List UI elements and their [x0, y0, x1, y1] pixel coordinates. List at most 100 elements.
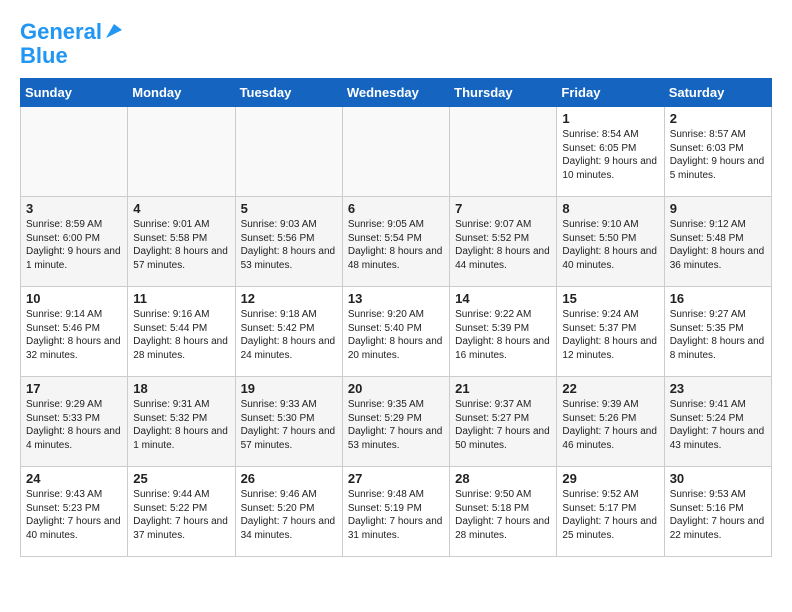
day-info: Sunrise: 9:07 AM [455, 218, 551, 232]
day-info: Sunrise: 8:57 AM [670, 128, 766, 142]
day-number: 11 [133, 291, 229, 306]
day-info: Daylight: 9 hours and 1 minute. [26, 245, 122, 272]
calendar-cell [128, 107, 235, 197]
day-info: Daylight: 7 hours and 46 minutes. [562, 425, 658, 452]
day-info: Sunrise: 9:43 AM [26, 488, 122, 502]
calendar-cell: 1Sunrise: 8:54 AMSunset: 6:05 PMDaylight… [557, 107, 664, 197]
calendar-cell: 11Sunrise: 9:16 AMSunset: 5:44 PMDayligh… [128, 287, 235, 377]
day-info: Sunrise: 9:16 AM [133, 308, 229, 322]
day-info: Sunset: 5:22 PM [133, 502, 229, 516]
day-info: Daylight: 8 hours and 48 minutes. [348, 245, 444, 272]
calendar-cell: 19Sunrise: 9:33 AMSunset: 5:30 PMDayligh… [235, 377, 342, 467]
calendar-cell: 24Sunrise: 9:43 AMSunset: 5:23 PMDayligh… [21, 467, 128, 557]
day-info: Sunrise: 9:03 AM [241, 218, 337, 232]
day-header-tuesday: Tuesday [235, 79, 342, 107]
day-info: Sunset: 5:26 PM [562, 412, 658, 426]
calendar-cell: 21 Sunrise: 9:37 AMSunset: 5:27 PMDayligh… [450, 377, 557, 467]
day-info: Sunrise: 9:20 AM [348, 308, 444, 322]
day-number: 22 [562, 381, 658, 396]
day-number: 1 [562, 111, 658, 126]
day-info: Daylight: 8 hours and 20 minutes. [348, 335, 444, 362]
day-info: Sunset: 5:27 PM [455, 412, 551, 426]
day-info: Daylight: 9 hours and 10 minutes. [562, 155, 658, 182]
day-info: Sunset: 5:56 PM [241, 232, 337, 246]
day-number: 10 [26, 291, 122, 306]
day-info: Sunrise: 9:52 AM [562, 488, 658, 502]
calendar-cell: 30Sunrise: 9:53 AMSunset: 5:16 PMDayligh… [664, 467, 771, 557]
day-info: Sunset: 5:24 PM [670, 412, 766, 426]
day-info: Sunset: 5:40 PM [348, 322, 444, 336]
calendar-week-row: 10Sunrise: 9:14 AMSunset: 5:46 PMDayligh… [21, 287, 772, 377]
calendar-table: SundayMondayTuesdayWednesdayThursdayFrid… [20, 78, 772, 557]
day-info: Daylight: 7 hours and 34 minutes. [241, 515, 337, 542]
calendar-week-row: 17Sunrise: 9:29 AMSunset: 5:33 PMDayligh… [21, 377, 772, 467]
day-info: Sunset: 5:32 PM [133, 412, 229, 426]
calendar-cell: 26Sunrise: 9:46 AMSunset: 5:20 PMDayligh… [235, 467, 342, 557]
day-info: Daylight: 8 hours and 53 minutes. [241, 245, 337, 272]
day-number: 12 [241, 291, 337, 306]
calendar-cell: 13Sunrise: 9:20 AMSunset: 5:40 PMDayligh… [342, 287, 449, 377]
calendar-cell: 20Sunrise: 9:35 AMSunset: 5:29 PMDayligh… [342, 377, 449, 467]
calendar-cell: 28Sunrise: 9:50 AMSunset: 5:18 PMDayligh… [450, 467, 557, 557]
day-info: Sunset: 5:46 PM [26, 322, 122, 336]
day-info: Sunrise: 9:10 AM [562, 218, 658, 232]
day-number: 2 [670, 111, 766, 126]
calendar-cell: 12Sunrise: 9:18 AMSunset: 5:42 PMDayligh… [235, 287, 342, 377]
calendar-cell: 25 Sunrise: 9:44 AMSunset: 5:22 PMDayligh… [128, 467, 235, 557]
day-info: Sunrise: 8:54 AM [562, 128, 658, 142]
day-info: Sunrise: 9:37 AM [455, 398, 551, 412]
calendar-cell [342, 107, 449, 197]
calendar-cell: 27Sunrise: 9:48 AMSunset: 5:19 PMDayligh… [342, 467, 449, 557]
day-info: Sunrise: 9:41 AM [670, 398, 766, 412]
day-info: Daylight: 8 hours and 44 minutes. [455, 245, 551, 272]
calendar-week-row: 24Sunrise: 9:43 AMSunset: 5:23 PMDayligh… [21, 467, 772, 557]
day-number: 7 [455, 201, 551, 216]
day-header-sunday: Sunday [21, 79, 128, 107]
day-header-friday: Friday [557, 79, 664, 107]
day-info: Daylight: 8 hours and 36 minutes. [670, 245, 766, 272]
day-info: Daylight: 8 hours and 12 minutes. [562, 335, 658, 362]
day-number: 14 [455, 291, 551, 306]
day-info: Sunset: 5:17 PM [562, 502, 658, 516]
day-info: Daylight: 8 hours and 28 minutes. [133, 335, 229, 362]
day-number: 25 [133, 471, 229, 486]
day-number: 6 [348, 201, 444, 216]
calendar-cell: 6Sunrise: 9:05 AMSunset: 5:54 PMDaylight… [342, 197, 449, 287]
day-info: Sunset: 5:58 PM [133, 232, 229, 246]
day-info: Sunrise: 9:27 AM [670, 308, 766, 322]
day-info: Sunset: 5:18 PM [455, 502, 551, 516]
day-info: Daylight: 8 hours and 57 minutes. [133, 245, 229, 272]
day-info: Sunset: 5:19 PM [348, 502, 444, 516]
calendar-week-row: 3Sunrise: 8:59 AMSunset: 6:00 PMDaylight… [21, 197, 772, 287]
day-number: 27 [348, 471, 444, 486]
day-info: Sunrise: 9:05 AM [348, 218, 444, 232]
day-number: 21 [455, 381, 551, 396]
day-info: Sunrise: 9:33 AM [241, 398, 337, 412]
calendar-cell [450, 107, 557, 197]
day-info: Sunset: 5:37 PM [562, 322, 658, 336]
day-info: Sunset: 5:35 PM [670, 322, 766, 336]
day-number: 28 [455, 471, 551, 486]
day-info: Sunset: 5:20 PM [241, 502, 337, 516]
day-number: 30 [670, 471, 766, 486]
day-header-thursday: Thursday [450, 79, 557, 107]
calendar-cell: 18Sunrise: 9:31 AMSunset: 5:32 PMDayligh… [128, 377, 235, 467]
day-info: Daylight: 7 hours and 25 minutes. [562, 515, 658, 542]
day-info: Sunrise: 9:22 AM [455, 308, 551, 322]
day-info: Sunrise: 9:48 AM [348, 488, 444, 502]
day-info: Daylight: 7 hours and 28 minutes. [455, 515, 551, 542]
day-info: Daylight: 7 hours and 50 minutes. [455, 425, 551, 452]
day-number: 16 [670, 291, 766, 306]
calendar-cell: 2Sunrise: 8:57 AMSunset: 6:03 PMDaylight… [664, 107, 771, 197]
calendar-cell: 16Sunrise: 9:27 AMSunset: 5:35 PMDayligh… [664, 287, 771, 377]
day-info: Sunset: 5:39 PM [455, 322, 551, 336]
day-info: Daylight: 7 hours and 43 minutes. [670, 425, 766, 452]
day-info: Sunset: 5:50 PM [562, 232, 658, 246]
day-number: 23 [670, 381, 766, 396]
day-info: Sunset: 5:23 PM [26, 502, 122, 516]
day-info: Sunrise: 9:44 AM [133, 488, 229, 502]
day-info: Sunrise: 9:53 AM [670, 488, 766, 502]
day-info: Daylight: 7 hours and 37 minutes. [133, 515, 229, 542]
day-info: Sunrise: 9:18 AM [241, 308, 337, 322]
calendar-cell: 7Sunrise: 9:07 AMSunset: 5:52 PMDaylight… [450, 197, 557, 287]
